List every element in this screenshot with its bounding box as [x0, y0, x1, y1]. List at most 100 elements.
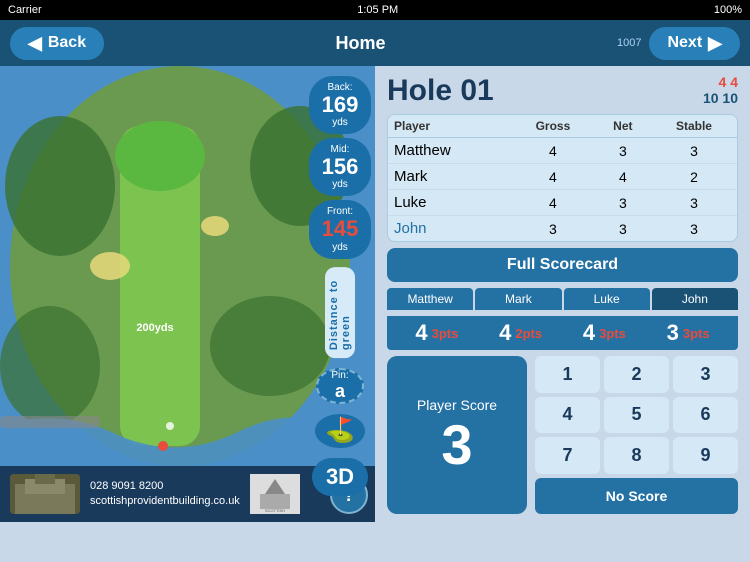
- score-cell: 4 3pts: [563, 320, 647, 346]
- website: scottishprovidentbuilding.co.uk: [90, 494, 240, 509]
- flag-button[interactable]: ⛳: [315, 414, 365, 448]
- table-row[interactable]: Luke 4 3 3: [388, 190, 737, 216]
- right-panel: Hole 01 4 4 10 10 Player Gross Net Stabl…: [375, 66, 750, 522]
- distance-to-green-label: Distance to green: [325, 267, 355, 358]
- numpad-button[interactable]: 8: [604, 437, 669, 474]
- distance-sidebar: Back: 169 yds Mid: 156 yds Front: 145 yd…: [305, 66, 375, 496]
- player-tab[interactable]: Mark: [475, 288, 561, 310]
- svg-text:200yds: 200yds: [136, 322, 173, 334]
- table-row[interactable]: Mark 4 4 2: [388, 164, 737, 190]
- svg-text:SCOTTISH: SCOTTISH: [265, 508, 285, 513]
- player-stable: 2: [651, 164, 737, 190]
- score-pts: 3pts: [599, 326, 626, 341]
- status-bar: Carrier 1:05 PM 100%: [0, 0, 750, 20]
- player-net: 4: [595, 164, 651, 190]
- score-cell: 43pts: [395, 320, 479, 346]
- main-content: 200yds Back: 169 yds Mid: 156 yds: [0, 66, 750, 522]
- player-gross: 4: [511, 138, 595, 164]
- player-gross: 4: [511, 164, 595, 190]
- score-main: 4: [499, 320, 511, 346]
- front-value: 145: [313, 217, 367, 241]
- building-thumbnail: [10, 474, 80, 514]
- pin-letter: a: [335, 381, 345, 402]
- numpad-row: 789: [535, 437, 738, 474]
- next-label: Next: [667, 34, 702, 52]
- player-score-label: Player Score: [417, 397, 497, 413]
- numpad-button[interactable]: 6: [673, 397, 738, 434]
- score-main: 4: [583, 320, 595, 346]
- player-score-box: Player Score 3: [387, 356, 527, 514]
- player-name: John: [388, 216, 511, 242]
- hole-header: Hole 01 4 4 10 10: [387, 74, 738, 108]
- player-stable: 3: [651, 138, 737, 164]
- player-tab[interactable]: John: [652, 288, 738, 310]
- next-info: 1007: [617, 37, 641, 49]
- carrier-label: Carrier: [8, 4, 42, 16]
- next-arrow-icon: ▶: [708, 33, 722, 54]
- nav-bar: ◀ Back Home 1007 Next ▶: [0, 20, 750, 66]
- no-score-button[interactable]: No Score: [535, 478, 738, 515]
- player-gross: 4: [511, 190, 595, 216]
- mid-unit: yds: [313, 179, 367, 190]
- player-gross: 3: [511, 216, 595, 242]
- player-net: 3: [595, 190, 651, 216]
- back-distance-badge: Back: 169 yds: [309, 76, 371, 134]
- score-main: 3: [667, 320, 679, 346]
- player-tab[interactable]: Matthew: [387, 288, 473, 310]
- player-name: Mark: [388, 164, 511, 190]
- front-unit: yds: [313, 242, 367, 253]
- stable-col-header: Stable: [651, 115, 737, 138]
- phone-number: 028 9091 8200: [90, 479, 240, 494]
- next-number: 1007: [617, 37, 641, 49]
- table-row[interactable]: John 3 3 3: [388, 216, 737, 242]
- numpad-button[interactable]: 1: [535, 356, 600, 393]
- pin-label: Pin:: [331, 370, 348, 381]
- battery-label: 100%: [714, 4, 742, 16]
- sponsor-logo: SCOTTISH: [250, 474, 300, 514]
- blue-scores: 10 10: [703, 90, 738, 106]
- score-cell: 4 2pts: [479, 320, 563, 346]
- table-row[interactable]: Matthew 4 3 3: [388, 138, 737, 164]
- gross-col-header: Gross: [511, 115, 595, 138]
- red-scores: 4 4: [719, 74, 738, 90]
- back-value: 169: [313, 93, 367, 117]
- next-button[interactable]: Next ▶: [649, 27, 740, 60]
- player-score-value: 3: [441, 417, 472, 473]
- score-row: 43pts42pts43pts33pts: [387, 316, 738, 350]
- home-label: Home: [336, 33, 386, 54]
- score-pts: 2pts: [515, 326, 542, 341]
- numpad-button[interactable]: 2: [604, 356, 669, 393]
- front-distance-badge: Front: 145 yds: [309, 200, 371, 258]
- score-main: 4: [415, 320, 427, 346]
- no-score-row: No Score: [535, 478, 738, 515]
- bottom-area: Player Score 3 123456789No Score: [387, 356, 738, 514]
- player-net: 3: [595, 216, 651, 242]
- back-arrow-icon: ◀: [28, 33, 42, 54]
- contact-info: 028 9091 8200 scottishprovidentbuilding.…: [90, 479, 240, 510]
- players-table: Player Gross Net Stable Matthew 4 3 3 Ma…: [387, 114, 738, 242]
- time-label: 1:05 PM: [357, 4, 398, 16]
- mid-distance-badge: Mid: 156 yds: [309, 138, 371, 196]
- hole-title: Hole 01: [387, 74, 494, 108]
- numpad: 123456789No Score: [535, 356, 738, 514]
- back-unit: yds: [313, 117, 367, 128]
- back-button[interactable]: ◀ Back: [10, 27, 104, 60]
- 3d-button[interactable]: 3D: [312, 458, 368, 496]
- scorecard-button[interactable]: Full Scorecard: [387, 248, 738, 282]
- player-name: Matthew: [388, 138, 511, 164]
- back-label: Back: [48, 34, 86, 52]
- numpad-button[interactable]: 4: [535, 397, 600, 434]
- numpad-button[interactable]: 3: [673, 356, 738, 393]
- pin-badge: Pin: a: [316, 368, 364, 404]
- player-net: 3: [595, 138, 651, 164]
- numpad-button[interactable]: 7: [535, 437, 600, 474]
- player-tabs: MatthewMarkLukeJohn: [387, 288, 738, 310]
- numpad-button[interactable]: 5: [604, 397, 669, 434]
- numpad-button[interactable]: 9: [673, 437, 738, 474]
- numpad-row: 456: [535, 397, 738, 434]
- numpad-row: 123: [535, 356, 738, 393]
- score-pts: 3pts: [683, 326, 710, 341]
- player-stable: 3: [651, 216, 737, 242]
- player-stable: 3: [651, 190, 737, 216]
- player-tab[interactable]: Luke: [564, 288, 650, 310]
